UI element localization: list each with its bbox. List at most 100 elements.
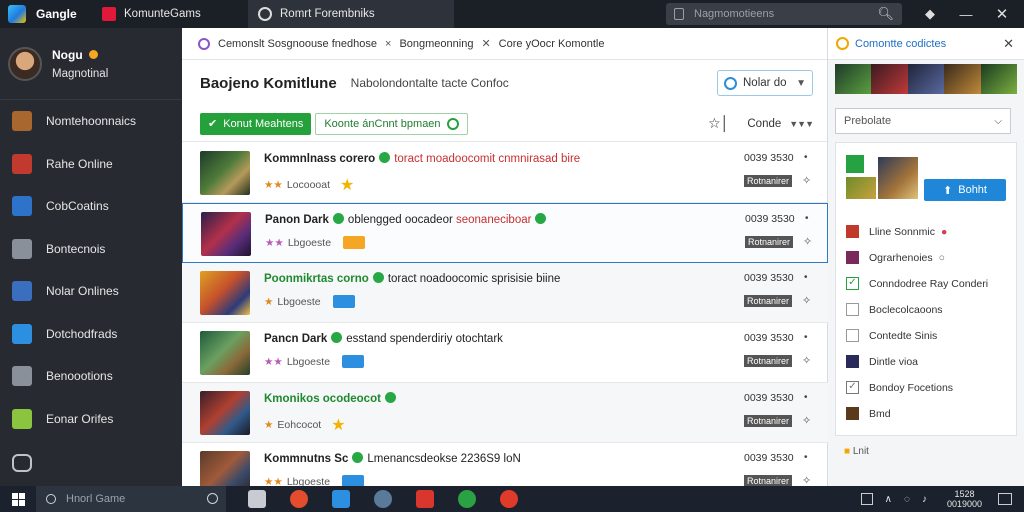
right-panel-item[interactable]: Ograrhenoies ○ — [846, 251, 945, 264]
notification-square-icon[interactable] — [860, 493, 873, 505]
right-panel-item[interactable]: Lline Sonnmic ● — [846, 225, 947, 238]
checkbox-icon[interactable] — [846, 303, 859, 316]
sort-arrows-icon[interactable]: ▼▼▼ — [789, 119, 814, 129]
sidebar-item[interactable]: Dotchodfrads — [0, 313, 182, 356]
game-row[interactable]: Pancn Dark esstand spenderdiriy otochtark… — [182, 323, 828, 383]
cortana-icon[interactable] — [207, 493, 218, 504]
game-meta: Locoooat — [286, 179, 331, 191]
start-button[interactable] — [0, 486, 36, 512]
more-icon[interactable]: • — [804, 272, 808, 283]
sidebar-item[interactable]: Rahe Online — [0, 143, 182, 186]
status-badge[interactable] — [342, 355, 365, 368]
more-icon[interactable]: • — [804, 152, 808, 163]
star-icon[interactable]: ★ — [340, 175, 354, 195]
search-icon[interactable]: 🔍︎ — [877, 6, 894, 22]
right-panel-item[interactable]: ✓ Bondoy Focetions — [846, 381, 953, 394]
close-icon[interactable]: ✕ — [1003, 36, 1014, 52]
sidebar-item[interactable]: Eonar Orifes — [0, 398, 182, 441]
user-profile[interactable]: Nogu Magnotinal — [0, 28, 182, 100]
chat-icon[interactable] — [12, 454, 32, 472]
sidebar-item[interactable]: Benoootions — [0, 355, 182, 398]
right-panel-title[interactable]: Comontte codictes — [855, 38, 946, 50]
sort-label[interactable]: Conde — [747, 118, 781, 130]
action-center-icon[interactable] — [998, 493, 1012, 505]
featured-banner[interactable] — [835, 64, 1018, 94]
filter-chip-active[interactable]: ✔ Konut Meahtens — [200, 112, 312, 135]
more-icon[interactable]: • — [805, 213, 809, 224]
game-thumbnail-icon[interactable] — [846, 155, 864, 173]
right-panel-item[interactable]: Boclecolcaoons — [846, 303, 943, 316]
filter-dropdown[interactable]: Nolar do ▼ — [717, 70, 813, 96]
content-tab-1[interactable]: Cemonslt Sosgnoouse fnedhose — [218, 38, 377, 50]
game-title[interactable]: Kmonikos ocodeocot — [264, 393, 381, 405]
pin-icon[interactable]: ✧ — [802, 174, 811, 187]
game-thumbnail[interactable] — [200, 151, 250, 195]
play-button[interactable]: ⬆ Bohht — [924, 179, 1006, 201]
pin-icon[interactable]: ✧ — [802, 414, 811, 427]
game-title[interactable]: Pancn Dark — [264, 333, 327, 345]
chevron-up-icon[interactable]: ∧ — [885, 494, 892, 505]
checkbox-checked-icon[interactable]: ✓ — [846, 381, 859, 394]
game-app-icon[interactable] — [416, 490, 434, 508]
browser-tab-2[interactable]: Romrt Forembniks — [248, 0, 454, 28]
filter-chip-secondary[interactable]: Koonte ánCnnt bpmaen — [315, 112, 468, 135]
favorite-star-icon[interactable]: ☆│ — [708, 115, 729, 132]
file-explorer-icon[interactable] — [248, 490, 266, 508]
app-brand[interactable]: Gangle — [0, 0, 92, 28]
right-panel-item[interactable]: ✓ Conndodree Ray Conderi — [846, 277, 988, 290]
star-icon[interactable]: ★ — [331, 415, 345, 435]
sidebar-item[interactable]: CobCoatins — [0, 185, 182, 228]
game-row[interactable]: Kmonikos ocodeocot ★ Eohcocot ★ 0039 3530 Rot… — [182, 383, 828, 443]
more-icon[interactable]: • — [804, 452, 808, 463]
settings-icon[interactable]: ◆ — [912, 0, 948, 28]
chrome-icon[interactable] — [290, 490, 308, 508]
game-thumbnail[interactable] — [200, 271, 250, 315]
game-title[interactable]: Kommnutns Sc — [264, 453, 348, 465]
right-panel-item[interactable]: Contedte Sinis — [846, 329, 937, 342]
pin-icon[interactable]: ✧ — [802, 294, 811, 307]
checkbox-icon[interactable] — [846, 329, 859, 342]
content-tab-2[interactable]: Bongmeonning — [399, 38, 473, 50]
avatar[interactable] — [8, 46, 42, 81]
title-search-input[interactable]: Nagmomotieens 🔍︎ — [666, 3, 902, 25]
game-thumbnail[interactable] — [200, 391, 250, 435]
xbox-icon[interactable] — [458, 490, 476, 508]
store-icon[interactable] — [332, 490, 350, 508]
more-icon[interactable]: • — [804, 332, 808, 343]
game-thumbnail-icon[interactable] — [846, 177, 876, 199]
close-tab-icon[interactable]: × — [385, 38, 391, 50]
more-icon[interactable]: • — [804, 392, 808, 403]
network-icon[interactable]: ◌ — [904, 494, 910, 505]
status-badge[interactable] — [332, 295, 355, 308]
sidebar-item[interactable]: Nomtehoonnaics — [0, 100, 182, 143]
record-icon[interactable] — [500, 490, 518, 508]
game-title[interactable]: Poonmikrtas corno — [264, 273, 369, 285]
game-row[interactable]: Panon Dark oblengged oocadeor seonanecibo… — [182, 203, 828, 263]
sidebar-item[interactable]: Nolar Onlines — [0, 270, 182, 313]
right-panel-dropdown[interactable]: Prebolate ⌵ — [835, 108, 1011, 134]
game-thumbnail[interactable] — [200, 331, 250, 375]
sidebar-item[interactable]: Bontecnois — [0, 228, 182, 271]
volume-icon[interactable]: ♪ — [922, 494, 927, 505]
content-tab-3[interactable]: Core yOocr Komontle — [499, 38, 605, 50]
browser-tab-1[interactable]: KomunteGams — [92, 0, 242, 28]
game-thumbnail[interactable] — [201, 212, 251, 256]
minimize-button[interactable]: — — [948, 0, 984, 28]
game-title[interactable]: Kommnlnass corero — [264, 153, 375, 165]
checkbox-checked-icon[interactable]: ✓ — [846, 277, 859, 290]
steam-icon[interactable] — [374, 490, 392, 508]
pin-icon[interactable]: ✧ — [802, 354, 811, 367]
clock[interactable]: 1528 0019000 — [947, 489, 982, 509]
game-row[interactable]: Poonmikrtas corno toract noadoocomic spri… — [182, 263, 828, 323]
right-panel-footer[interactable]: ■ Lnit — [844, 446, 869, 457]
pin-icon[interactable]: ✧ — [803, 235, 812, 248]
close-tab-icon[interactable]: ✕ — [481, 37, 490, 50]
game-row[interactable]: Kommnlnass corero toract moadoocomit cnmn… — [182, 143, 828, 203]
right-panel-item[interactable]: Dintle vioa — [846, 355, 918, 368]
status-badge[interactable] — [343, 236, 366, 249]
right-panel-item[interactable]: Bmd — [846, 407, 891, 420]
game-title[interactable]: Panon Dark — [265, 214, 329, 226]
taskbar-search-input[interactable]: Hnorl Game — [36, 486, 226, 512]
close-button[interactable]: ✕ — [984, 0, 1020, 28]
featured-game-thumbnail[interactable] — [878, 157, 918, 199]
